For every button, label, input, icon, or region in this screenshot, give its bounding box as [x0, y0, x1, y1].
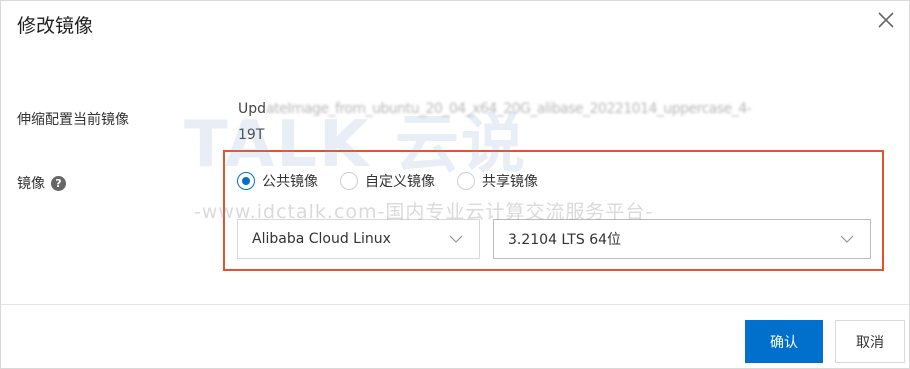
dialog-title: 修改镜像 [17, 15, 94, 37]
current-image-blurred: ateImage_from_ubuntu_20_04_x64_20G_aliba… [266, 101, 752, 117]
radio-label: 共享镜像 [482, 174, 538, 190]
radio-circle-checked[interactable] [237, 172, 255, 190]
current-image-value: UpdateImage_from_ubuntu_20_04_x64_20G_al… [238, 96, 890, 148]
current-image-suffix: 19T [238, 127, 265, 143]
chevron-down-icon [840, 232, 854, 246]
current-image-prefix: Upd [238, 101, 267, 117]
chevron-down-icon [449, 232, 463, 246]
cancel-button[interactable]: 取消 [835, 320, 905, 363]
radio-shared-image[interactable]: 共享镜像 [457, 171, 538, 191]
os-select-value: Alibaba Cloud Linux [252, 231, 391, 247]
radio-circle[interactable] [457, 172, 475, 190]
modify-image-dialog: 修改镜像 伸缩配置当前镜像 UpdateImage_from_ubuntu_20… [0, 0, 910, 369]
radio-circle[interactable] [340, 172, 358, 190]
radio-label: 公共镜像 [262, 174, 318, 190]
help-icon[interactable]: ? [51, 175, 66, 191]
radio-label: 自定义镜像 [365, 174, 435, 190]
footer-divider [1, 304, 909, 305]
image-type-radio-group: 公共镜像 自定义镜像 共享镜像 [237, 171, 538, 191]
radio-public-image[interactable]: 公共镜像 [237, 171, 318, 191]
version-select-value: 3.2104 LTS 64位 [508, 232, 622, 248]
os-select[interactable]: Alibaba Cloud Linux [237, 219, 480, 259]
image-label-row: 镜像 ? [17, 173, 66, 193]
scaling-config-image-label: 伸缩配置当前镜像 [17, 112, 129, 128]
radio-custom-image[interactable]: 自定义镜像 [340, 171, 435, 191]
version-select[interactable]: 3.2104 LTS 64位 [493, 219, 871, 259]
image-label: 镜像 [17, 176, 45, 192]
close-icon[interactable] [875, 9, 897, 31]
confirm-button[interactable]: 确认 [745, 320, 823, 363]
